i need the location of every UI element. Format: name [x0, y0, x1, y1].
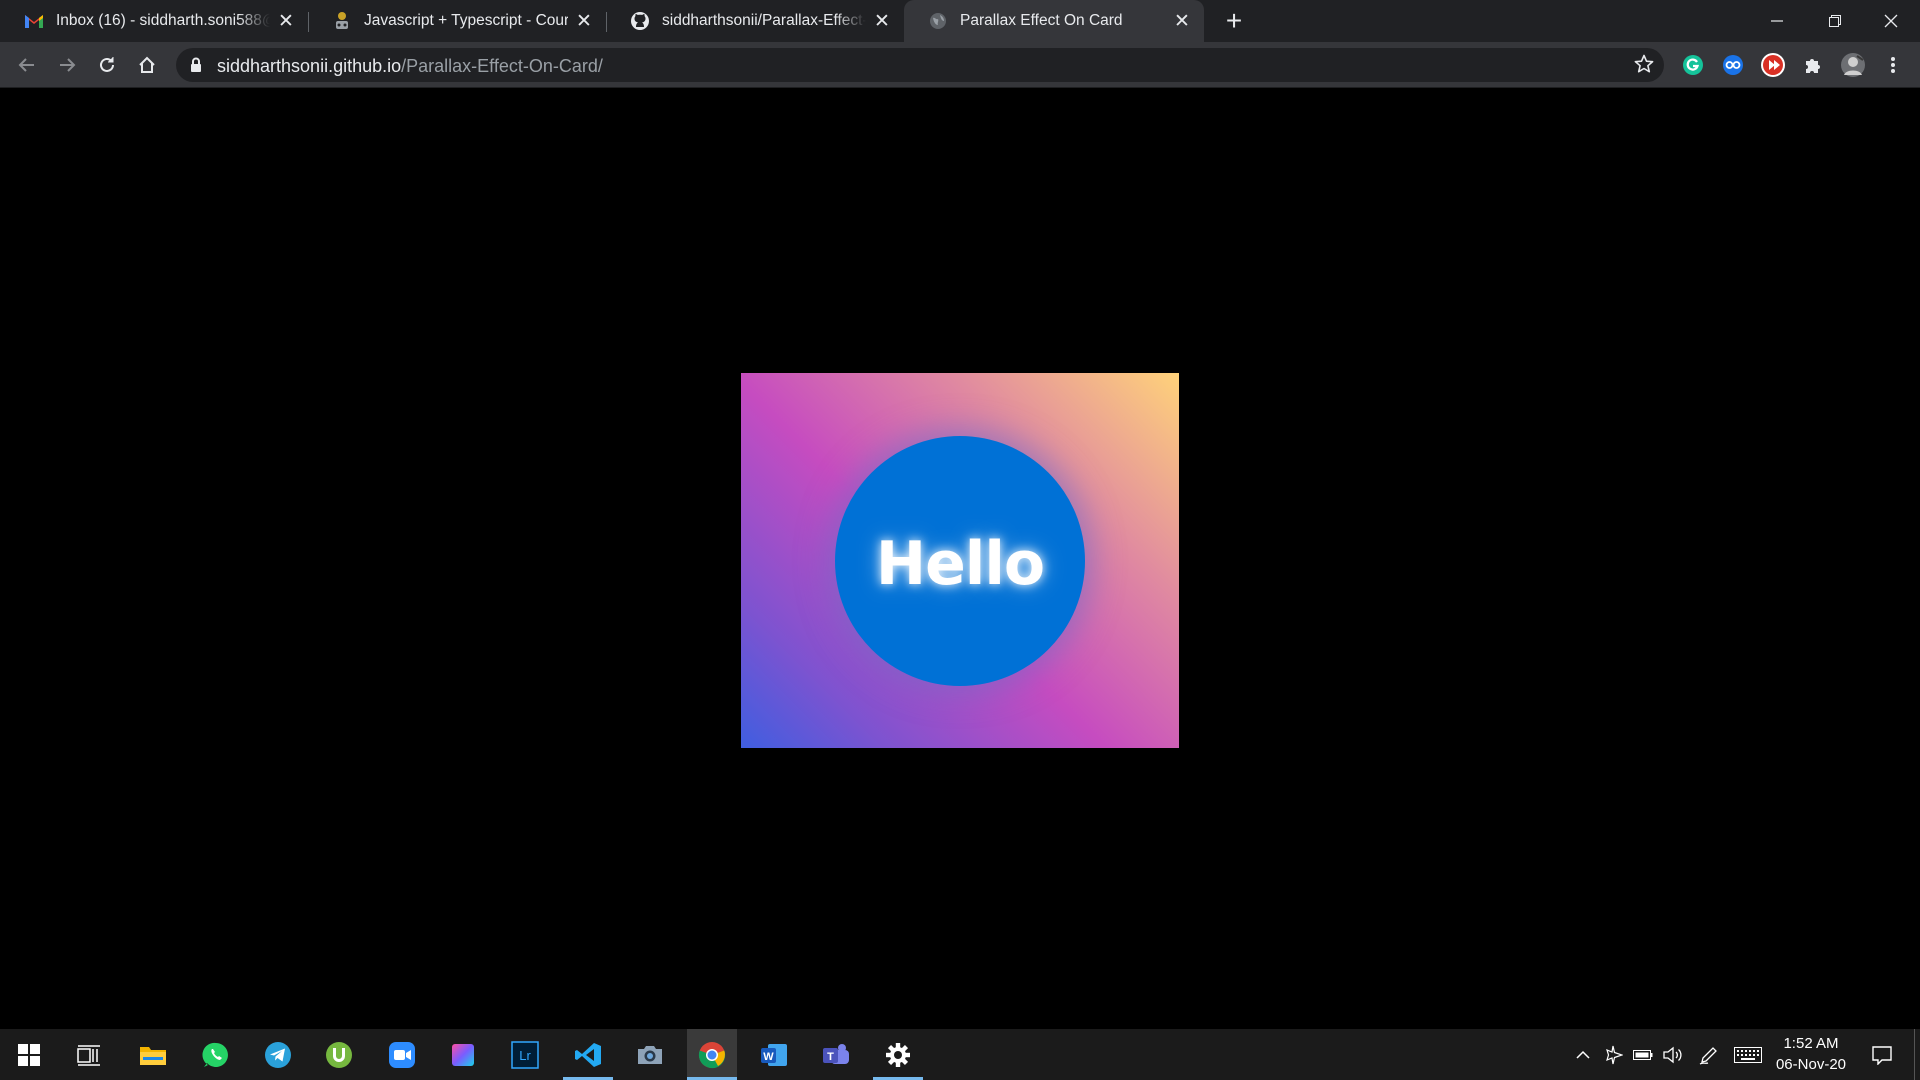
reload-button[interactable] — [93, 51, 121, 79]
file-explorer-icon[interactable] — [128, 1029, 178, 1080]
profile-avatar[interactable] — [1839, 51, 1867, 79]
camera-icon[interactable] — [625, 1029, 675, 1080]
home-button[interactable] — [133, 51, 161, 79]
back-button[interactable] — [13, 51, 41, 79]
close-icon[interactable]: ✕ — [276, 11, 296, 31]
browser-toolbar: siddharthsonii.github.io/Parallax-Effect… — [0, 42, 1920, 88]
page-content: Hello — [0, 89, 1920, 1029]
chrome-icon[interactable] — [687, 1029, 737, 1080]
whatsapp-icon[interactable] — [191, 1029, 241, 1080]
battery-icon[interactable] — [1630, 1029, 1656, 1080]
notification-icon[interactable] — [1864, 1029, 1900, 1080]
show-desktop-divider[interactable] — [1914, 1029, 1915, 1080]
teams-label: T — [827, 1051, 834, 1063]
bookmark-star-icon[interactable] — [1634, 54, 1654, 79]
video-speed-icon[interactable] — [1759, 51, 1787, 79]
close-window-button[interactable] — [1862, 0, 1920, 42]
tab-gmail[interactable]: Inbox (16) - siddharth.soni588@gmail.com… — [0, 0, 308, 42]
lightroom-label: Lr — [519, 1048, 531, 1063]
address-bar[interactable]: siddharthsonii.github.io/Parallax-Effect… — [176, 48, 1664, 82]
settings-icon[interactable] — [873, 1029, 923, 1080]
tab-title: Javascript + Typescript - Course — [364, 12, 568, 29]
task-view-icon[interactable] — [64, 1029, 114, 1080]
volume-icon[interactable] — [1659, 1029, 1687, 1080]
course-icon — [332, 11, 352, 31]
url-host: siddharthsonii.github.io — [217, 56, 402, 76]
parallax-card[interactable]: Hello — [741, 373, 1179, 748]
tab-title: Inbox (16) - siddharth.soni588@gmail.com — [56, 12, 270, 29]
tab-title: Parallax Effect On Card — [960, 12, 1123, 29]
lock-icon[interactable] — [190, 57, 202, 78]
url-text: siddharthsonii.github.io/Parallax-Effect… — [217, 56, 603, 77]
minimize-button[interactable] — [1748, 0, 1806, 42]
keyboard-icon[interactable] — [1733, 1029, 1763, 1080]
card-circle: Hello — [835, 436, 1085, 686]
windows-taskbar: Lr W T 1:52 AM 06-Nov-20 — [0, 1029, 1920, 1080]
windows-start-icon[interactable] — [4, 1029, 54, 1080]
restore-button[interactable] — [1806, 0, 1864, 42]
utorrent-icon[interactable] — [314, 1029, 364, 1080]
tab-github[interactable]: siddharthsonii/Parallax-Effect-On-Card ✕ — [606, 0, 904, 42]
zoom-icon[interactable] — [377, 1029, 427, 1080]
airplane-mode-icon[interactable] — [1600, 1029, 1626, 1080]
forward-button[interactable] — [53, 51, 81, 79]
chevron-up-icon[interactable] — [1570, 1029, 1596, 1080]
puzzle-icon[interactable] — [1799, 51, 1827, 79]
telegram-icon[interactable] — [253, 1029, 303, 1080]
tab-course[interactable]: Javascript + Typescript - Course ✕ — [308, 0, 606, 42]
menu-kebab-icon[interactable] — [1879, 51, 1907, 79]
pen-workspace-icon[interactable] — [1695, 1029, 1723, 1080]
close-icon[interactable]: ✕ — [1172, 11, 1192, 31]
taskbar-clock[interactable]: 1:52 AM 06-Nov-20 — [1766, 1033, 1856, 1075]
close-icon[interactable]: ✕ — [574, 11, 594, 31]
tab-title: siddharthsonii/Parallax-Effect-On-Card — [662, 12, 866, 29]
word-label: W — [763, 1051, 774, 1063]
globe-icon — [928, 11, 948, 31]
github-icon — [630, 11, 650, 31]
card-hello-text: Hello — [875, 529, 1045, 599]
new-tab-button[interactable]: + — [1220, 7, 1248, 36]
app-icon[interactable] — [438, 1029, 488, 1080]
word-icon[interactable]: W — [749, 1029, 799, 1080]
lightroom-icon[interactable]: Lr — [500, 1029, 550, 1080]
eye-extension-icon[interactable] — [1719, 51, 1747, 79]
close-icon[interactable]: ✕ — [872, 11, 892, 31]
gmail-icon — [24, 11, 44, 31]
tab-strip: Inbox (16) - siddharth.soni588@gmail.com… — [0, 0, 1920, 42]
grammarly-icon[interactable] — [1679, 51, 1707, 79]
tab-parallax[interactable]: Parallax Effect On Card ✕ — [904, 0, 1204, 42]
url-path: /Parallax-Effect-On-Card/ — [401, 56, 603, 76]
vscode-icon[interactable] — [563, 1029, 613, 1080]
clock-time: 1:52 AM — [1783, 1035, 1839, 1052]
clock-date: 06-Nov-20 — [1775, 1056, 1847, 1073]
teams-icon[interactable]: T — [811, 1029, 861, 1080]
